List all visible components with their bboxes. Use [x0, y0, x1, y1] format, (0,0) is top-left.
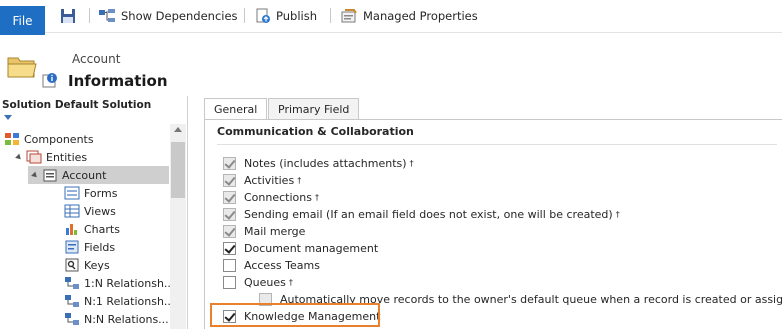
dagger-mark: †: [288, 277, 293, 287]
solution-title: Solution Default Solution: [2, 99, 152, 111]
dagger-mark: †: [409, 158, 414, 168]
publish-button[interactable]: Publish: [255, 6, 317, 26]
components-icon: [5, 133, 19, 145]
option-sending-email[interactable]: Sending email (If an email field does no…: [223, 206, 620, 222]
tab-primary-field[interactable]: Primary Field: [268, 98, 360, 120]
tree-item-keys[interactable]: Keys: [64, 256, 110, 274]
tree-item-label: Views: [84, 204, 116, 218]
tree-item-views[interactable]: Views: [64, 202, 116, 220]
tree-item-fields[interactable]: Fields: [64, 238, 115, 256]
entity-name: Account: [72, 52, 121, 66]
tree-item-n1-relationships[interactable]: N:1 Relationsh...: [64, 292, 174, 310]
views-icon: [64, 204, 80, 218]
option-label: Queues: [244, 275, 286, 289]
tree-item-label: N:1 Relationsh...: [84, 294, 175, 308]
folder-icon: [7, 57, 37, 78]
checkbox[interactable]: [223, 207, 236, 221]
show-dependencies-button[interactable]: Show Dependencies: [98, 6, 238, 26]
checkbox[interactable]: [223, 190, 236, 204]
relationship-icon: [65, 313, 79, 325]
info-icon: [42, 73, 57, 88]
tree-item-label: N:N Relations...: [84, 312, 169, 326]
fields-icon: [65, 240, 79, 254]
managed-properties-label: Managed Properties: [363, 9, 478, 23]
section-divider: [217, 144, 777, 145]
option-mail-merge[interactable]: Mail merge: [223, 223, 305, 239]
option-label: Document management: [244, 241, 379, 255]
tree-item-nn-relationships[interactable]: N:N Relations...: [64, 310, 169, 328]
publish-icon: [256, 8, 270, 23]
managed-properties-button[interactable]: Managed Properties: [341, 6, 478, 26]
tree-item-label: Account: [62, 168, 107, 182]
tree-item-label: Charts: [84, 222, 120, 236]
toolbar-separator: [89, 8, 90, 23]
forms-icon: [64, 186, 80, 200]
save-icon: [61, 9, 75, 23]
solution-navigation: Solution Default Solution Components Ent…: [0, 96, 188, 329]
checkbox[interactable]: [223, 173, 236, 187]
dagger-mark: †: [314, 192, 319, 202]
option-label: Mail merge: [244, 224, 306, 238]
toolbar: File Show Dependencies Publish Managed P…: [0, 0, 782, 35]
option-label: Sending email (If an email field does no…: [244, 207, 613, 221]
tree-item-label: 1:N Relationsh...: [84, 276, 175, 290]
toolbar-separator: [244, 8, 245, 23]
tree-item-components[interactable]: Components: [4, 130, 94, 148]
option-connections[interactable]: Connections †: [223, 189, 319, 205]
option-access-teams[interactable]: Access Teams: [223, 257, 320, 273]
tree-item-forms[interactable]: Forms: [64, 184, 117, 202]
publish-label: Publish: [276, 9, 317, 23]
tree-item-label: Components: [24, 132, 94, 146]
scroll-up-arrow-icon[interactable]: [174, 127, 182, 132]
option-label: Access Teams: [244, 258, 320, 272]
nav-scrollbar[interactable]: [170, 124, 186, 329]
managed-properties-icon: [341, 9, 357, 23]
main-panel: General Primary Field Communication & Co…: [204, 96, 782, 329]
dagger-mark: †: [297, 175, 302, 185]
page-title: Information: [68, 72, 168, 90]
tree-item-entities[interactable]: Entities: [15, 148, 88, 166]
relationship-icon: [65, 295, 79, 307]
charts-icon: [66, 224, 77, 235]
checkbox[interactable]: [223, 156, 236, 170]
checkbox[interactable]: [223, 258, 236, 272]
scroll-thumb[interactable]: [171, 142, 185, 198]
account-icon: [43, 169, 57, 182]
tree-item-charts[interactable]: Charts: [64, 220, 120, 238]
option-queues[interactable]: Queues †: [223, 274, 293, 290]
option-label: Activities: [244, 173, 295, 187]
checkbox[interactable]: [223, 241, 236, 255]
collapse-arrow-icon[interactable]: [4, 115, 12, 120]
entities-icon: [26, 150, 42, 164]
expand-triangle-icon[interactable]: [31, 171, 39, 179]
option-document-management[interactable]: Document management: [223, 240, 378, 256]
expand-triangle-icon[interactable]: [15, 153, 23, 161]
save-button[interactable]: [60, 6, 81, 26]
option-activities[interactable]: Activities †: [223, 172, 301, 188]
tree-item-1n-relationships[interactable]: 1:N Relationsh...: [64, 274, 174, 292]
tree-item-account[interactable]: Account: [28, 166, 169, 184]
option-label: Notes (includes attachments): [244, 156, 407, 170]
section-title: Communication & Collaboration: [217, 125, 414, 138]
tree-item-label: Forms: [84, 186, 118, 200]
tree-item-label: Keys: [84, 258, 110, 272]
relationship-icon: [65, 277, 79, 289]
option-notes[interactable]: Notes (includes attachments) †: [223, 155, 414, 171]
tab-content: Communication & Collaboration Notes (inc…: [204, 119, 782, 329]
show-dependencies-label: Show Dependencies: [121, 9, 238, 23]
toolbar-separator: [330, 8, 331, 23]
highlight-box: [210, 303, 380, 327]
tree-item-label: Fields: [84, 240, 116, 254]
tree-item-label: Entities: [46, 150, 88, 164]
option-label: Connections: [244, 190, 312, 204]
checkbox[interactable]: [223, 275, 236, 289]
dependencies-icon: [99, 9, 115, 22]
dagger-mark: †: [615, 209, 620, 219]
keys-icon: [65, 258, 79, 272]
tab-general[interactable]: General: [204, 98, 268, 120]
file-button[interactable]: File: [0, 6, 45, 35]
checkbox[interactable]: [223, 224, 236, 238]
